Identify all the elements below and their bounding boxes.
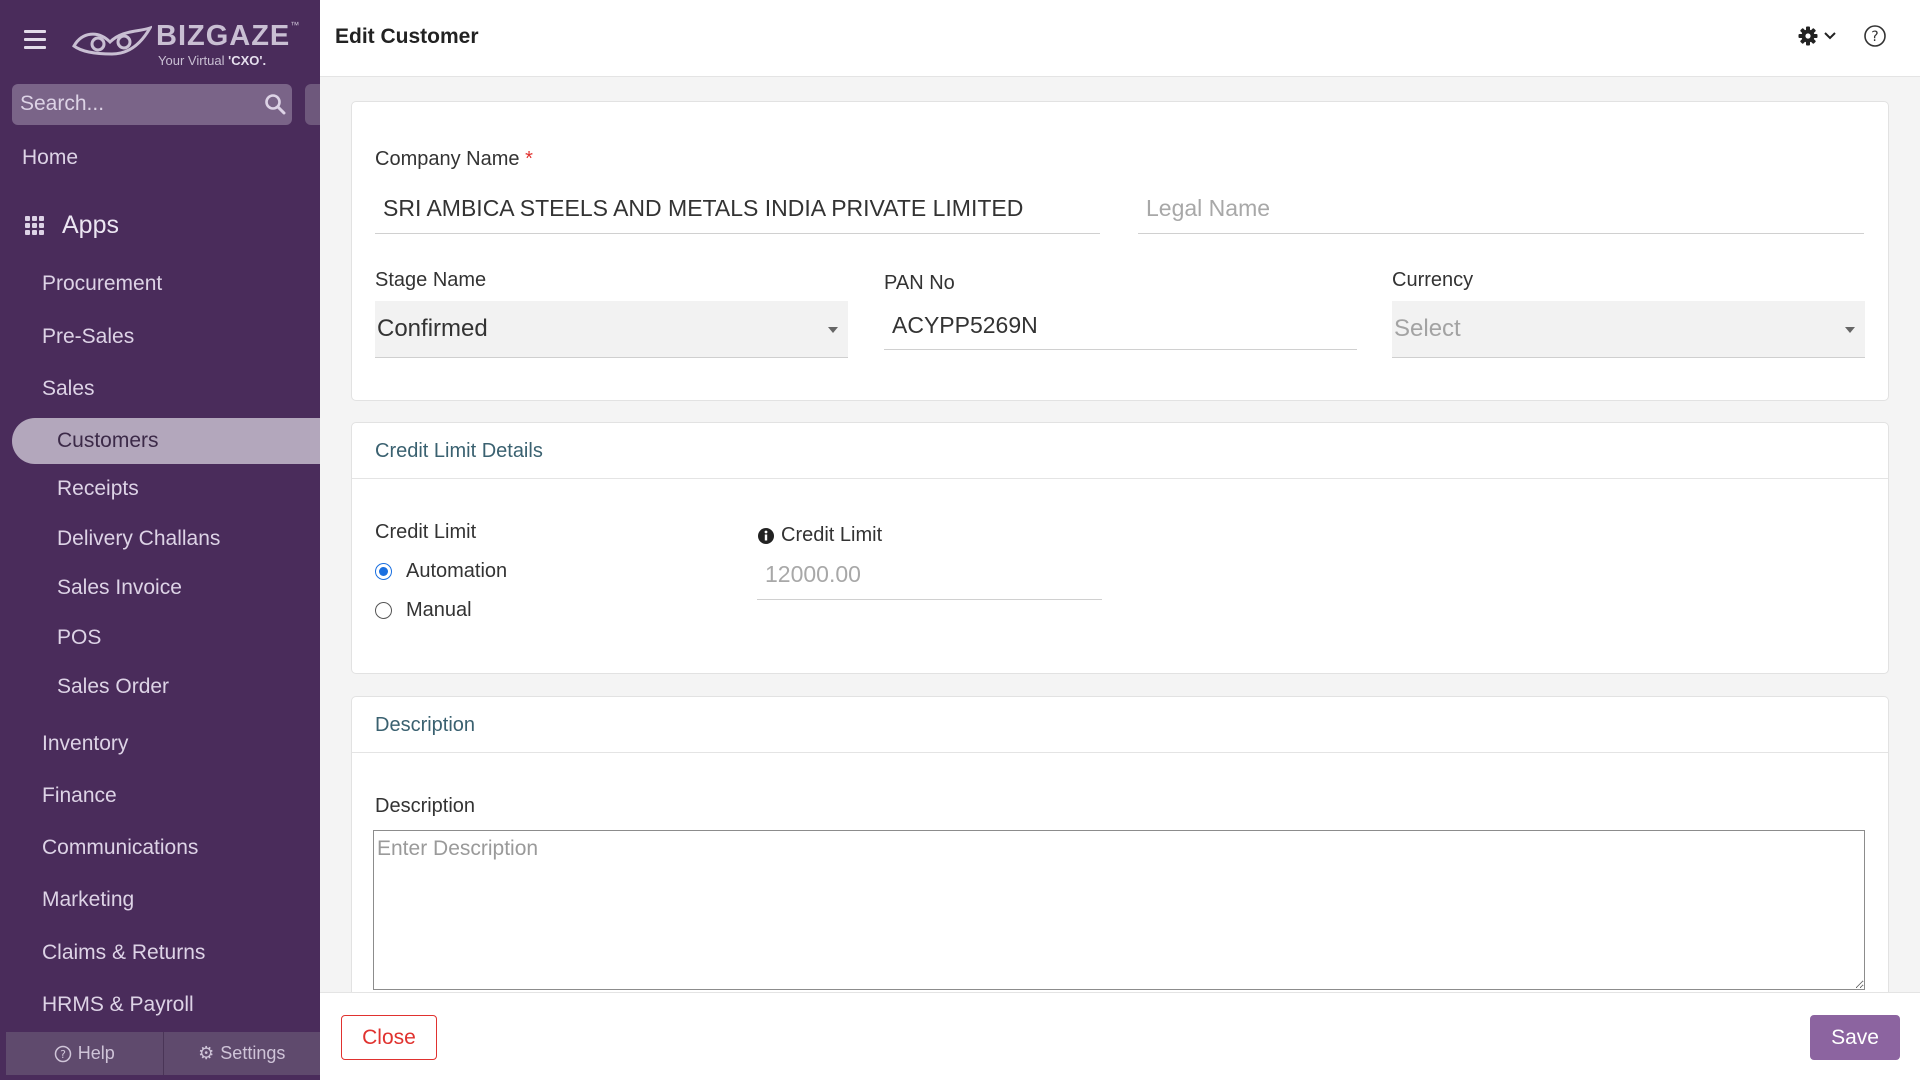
radio-button-checked[interactable] xyxy=(375,563,392,580)
gear-icon xyxy=(1798,26,1818,46)
sidebar-item-pre-sales[interactable]: Pre-Sales xyxy=(42,325,134,349)
help-label: Help xyxy=(77,1043,115,1063)
sidebar-item-label: Customers xyxy=(57,429,159,452)
manual-radio[interactable]: Manual xyxy=(375,599,472,622)
svg-text:?: ? xyxy=(1871,29,1878,45)
apps-label: Apps xyxy=(62,211,119,239)
radio-label: Automation xyxy=(406,560,508,582)
company-name-label: Company Name * xyxy=(375,148,533,170)
save-button[interactable]: Save xyxy=(1810,1015,1900,1060)
credit-limit-type-label: Credit Limit xyxy=(375,521,477,543)
search-toggle-button[interactable] xyxy=(305,84,320,125)
search-icon[interactable] xyxy=(264,93,286,115)
currency-select[interactable]: Select xyxy=(1392,301,1865,358)
section-title: Description xyxy=(375,714,476,736)
sidebar-item-communications[interactable]: Communications xyxy=(42,836,198,860)
sidebar-footer: ? Help ⚙ Settings xyxy=(6,1032,320,1075)
automation-radio[interactable]: Automation xyxy=(375,560,507,583)
sidebar-item-procurement[interactable]: Procurement xyxy=(42,272,162,296)
credit-limit-section-header[interactable]: Credit Limit Details xyxy=(352,423,1888,479)
form-content: Company Name * Stage Name Confirmed PAN … xyxy=(320,77,1920,992)
sidebar-item-claims-returns[interactable]: Claims & Returns xyxy=(42,941,205,965)
sidebar-item-sales-order[interactable]: Sales Order xyxy=(57,675,169,699)
settings-dropdown-button[interactable] xyxy=(1798,26,1836,46)
svg-text:?: ? xyxy=(60,1048,66,1061)
help-icon: ? xyxy=(54,1045,71,1062)
stage-name-label: Stage Name xyxy=(375,269,487,291)
radio-label: Manual xyxy=(406,599,472,621)
sidebar-item-sales-invoice[interactable]: Sales Invoice xyxy=(57,576,182,600)
search-input[interactable] xyxy=(20,89,250,119)
currency-label: Currency xyxy=(1392,269,1474,291)
currency-placeholder: Select xyxy=(1394,315,1461,342)
gear-icon: ⚙ xyxy=(198,1043,215,1063)
credit-limit-amount-label: Credit Limit xyxy=(757,524,882,547)
sidebar-item-finance[interactable]: Finance xyxy=(42,784,117,808)
sidebar: BIZGAZE™ Your Virtual 'CXO'. Home Apps P… xyxy=(0,0,320,1080)
form-actions-bar: Close Save xyxy=(320,992,1920,1080)
legal-name-input[interactable] xyxy=(1138,184,1864,234)
company-name-input[interactable] xyxy=(375,184,1100,234)
stage-name-select[interactable]: Confirmed xyxy=(375,301,848,358)
sidebar-item-sales[interactable]: Sales xyxy=(42,377,95,401)
settings-button[interactable]: ⚙ Settings xyxy=(162,1032,321,1075)
help-button[interactable]: ? Help xyxy=(6,1032,163,1075)
apps-grid-icon xyxy=(25,216,44,235)
caret-down-icon xyxy=(1845,327,1855,333)
sidebar-item-hrms-payroll[interactable]: HRMS & Payroll xyxy=(42,993,194,1017)
description-textarea[interactable] xyxy=(373,830,1865,990)
hamburger-menu-icon[interactable] xyxy=(24,30,46,49)
help-circle-icon[interactable]: ? xyxy=(1863,24,1887,48)
page-header: Edit Customer ? xyxy=(320,0,1920,77)
description-section-header[interactable]: Description xyxy=(352,697,1888,753)
bizgaze-logo[interactable]: BIZGAZE™ Your Virtual 'CXO'. xyxy=(72,14,299,70)
info-icon xyxy=(758,527,774,544)
sidebar-search xyxy=(12,84,292,125)
sidebar-item-home[interactable]: Home xyxy=(22,146,342,170)
close-button[interactable]: Close xyxy=(341,1015,437,1060)
sidebar-item-inventory[interactable]: Inventory xyxy=(42,732,128,756)
brand-name: BIZGAZE™ xyxy=(156,20,301,52)
sidebar-header: BIZGAZE™ Your Virtual 'CXO'. xyxy=(0,0,320,80)
caret-down-icon xyxy=(828,327,838,333)
credit-limit-card: Credit Limit Details Credit Limit Automa… xyxy=(351,422,1889,674)
sidebar-item-pos[interactable]: POS xyxy=(57,626,101,650)
brand-tagline: Your Virtual 'CXO'. xyxy=(158,53,267,68)
required-mark: * xyxy=(525,148,533,170)
pan-no-label: PAN No xyxy=(884,272,955,294)
sidebar-item-marketing[interactable]: Marketing xyxy=(42,888,134,912)
owl-logo-icon xyxy=(72,25,152,56)
sidebar-item-customers[interactable]: Customers xyxy=(12,418,320,464)
description-card: Description Description xyxy=(351,696,1889,992)
chevron-down-icon xyxy=(1824,32,1836,40)
stage-name-value: Confirmed xyxy=(377,315,488,342)
settings-label: Settings xyxy=(220,1043,286,1063)
radio-button-unchecked[interactable] xyxy=(375,602,392,619)
sidebar-item-receipts[interactable]: Receipts xyxy=(57,477,139,501)
section-title: Credit Limit Details xyxy=(375,440,543,462)
customer-details-card: Company Name * Stage Name Confirmed PAN … xyxy=(351,101,1889,401)
credit-limit-input[interactable] xyxy=(757,550,1102,600)
description-label: Description xyxy=(375,795,476,817)
page-title: Edit Customer xyxy=(335,25,479,48)
pan-no-input[interactable] xyxy=(884,302,1357,350)
sidebar-item-delivery-challans[interactable]: Delivery Challans xyxy=(57,527,220,551)
